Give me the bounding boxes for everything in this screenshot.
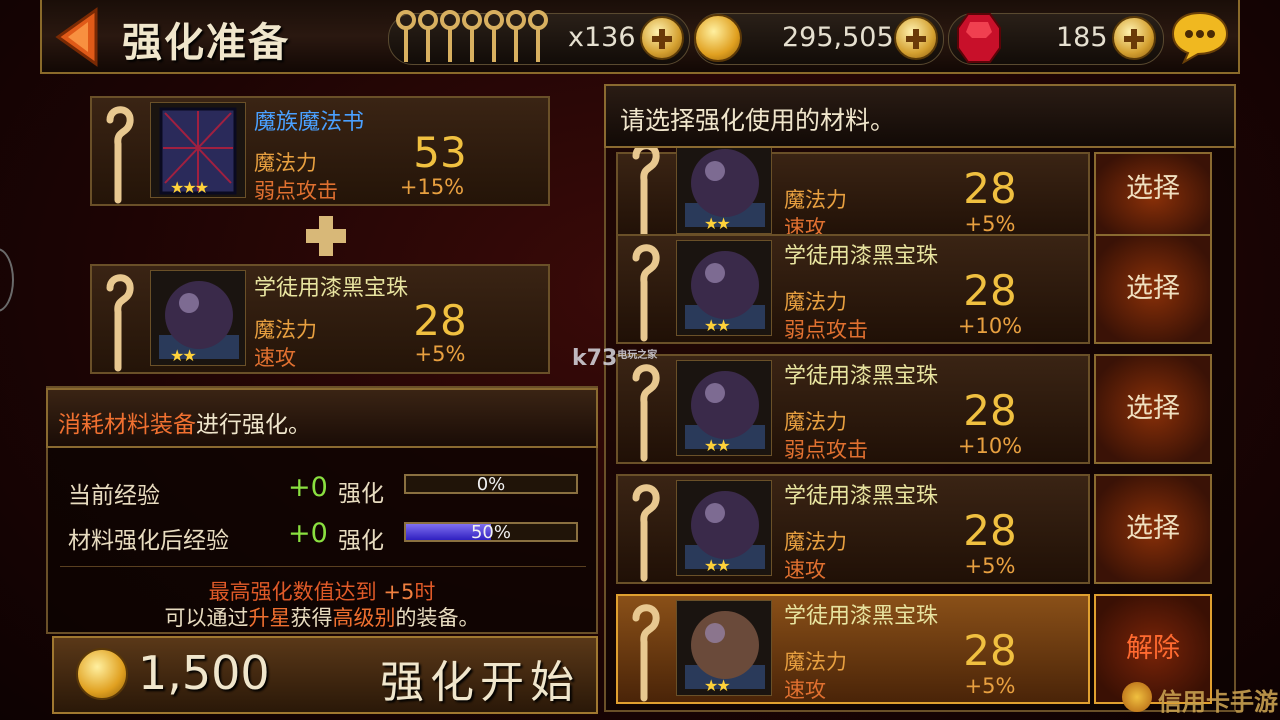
note-text: 的装备。 <box>395 606 480 630</box>
stat-label: 魔法力 <box>784 410 847 434</box>
stat-value: 28 <box>963 626 1017 675</box>
current-exp-label: 当前经验 <box>68 483 160 509</box>
add-gold-button[interactable] <box>894 16 938 60</box>
stat-value: 28 <box>963 506 1017 555</box>
site-name: k73 <box>572 346 618 371</box>
staff-icon <box>632 484 660 582</box>
star-up-note: 可以通过升星获得高级别的装备。 <box>46 602 598 632</box>
stat-label: 魔法力 <box>254 151 317 175</box>
note-text: 时 <box>414 580 436 604</box>
after-exp-value: +0 <box>288 518 328 549</box>
sub-stat-value: +10% <box>957 434 1023 458</box>
chat-bubble-icon[interactable] <box>1170 10 1230 64</box>
sub-stat-label: 速攻 <box>784 558 826 582</box>
after-exp-unit: 强化 <box>338 528 384 554</box>
after-exp-label: 材料强化后经验 <box>68 528 229 554</box>
stat-label: 魔法力 <box>784 650 847 674</box>
ruby-gem-icon <box>957 13 1001 63</box>
note-highlight: 高级别 <box>332 606 396 630</box>
current-exp-bar: 0% <box>404 474 578 495</box>
after-exp-bar: 50% <box>404 522 578 543</box>
upgrade-cost: 1,500 <box>138 646 270 700</box>
info-heading-text: 进行强化。 <box>196 412 311 438</box>
material-name: 学徒用漆黑宝珠 <box>784 604 939 629</box>
sub-stat-value: +5% <box>964 554 1016 578</box>
select-button[interactable]: 选择 <box>1094 152 1212 242</box>
stat-value: 28 <box>963 386 1017 435</box>
add-keys-button[interactable] <box>640 16 684 60</box>
current-exp-percent: 0% <box>476 474 506 495</box>
rarity-stars: ★★ <box>170 346 197 365</box>
sub-stat-value: +5% <box>964 212 1016 236</box>
select-button[interactable]: 选择 <box>1094 234 1212 344</box>
note-text: 获得 <box>290 606 333 630</box>
note-text: 最高强化数值达到 <box>208 580 384 604</box>
divider <box>60 566 586 567</box>
rarity-stars: ★★ <box>704 436 731 455</box>
gem-amount: 185 <box>1056 22 1108 53</box>
stat-label: 魔法力 <box>784 530 847 554</box>
sub-stat-label: 弱点攻击 <box>784 438 868 462</box>
site-watermark: k73电玩之家 <box>572 346 657 371</box>
back-arrow-icon[interactable] <box>52 6 102 68</box>
material-name: 学徒用漆黑宝珠 <box>784 364 939 389</box>
stat-label: 魔法力 <box>784 290 847 314</box>
staff-icon <box>632 604 660 702</box>
side-handle[interactable] <box>0 248 14 312</box>
select-button[interactable]: 选择 <box>1094 474 1212 584</box>
material-list-heading: 请选择强化使用的材料。 <box>620 106 896 135</box>
stat-label: 魔法力 <box>784 188 847 212</box>
material-name: 学徒用漆黑宝珠 <box>254 276 409 301</box>
stat-value: 53 <box>413 128 467 177</box>
staff-icon <box>106 274 134 372</box>
corner-watermark: 信用卡手游 <box>1158 688 1278 716</box>
select-button[interactable]: 选择 <box>1094 354 1212 464</box>
start-upgrade-label: 强化开始 <box>380 657 580 708</box>
info-heading: 消耗材料装备进行强化。 <box>58 405 311 439</box>
material-name: 学徒用漆黑宝珠 <box>784 484 939 509</box>
item-name: 魔族魔法书 <box>254 110 365 135</box>
page-title: 强化准备 <box>122 20 290 66</box>
gold-coin-icon <box>76 648 128 700</box>
info-heading-highlight: 消耗材料装备 <box>58 412 196 438</box>
rarity-stars: ★★ <box>704 316 731 335</box>
stat-value: 28 <box>413 296 467 345</box>
current-exp-value: +0 <box>288 472 328 503</box>
sub-stat-label: 速攻 <box>254 346 296 370</box>
staff-icon <box>632 364 660 462</box>
sub-stat-label: 弱点攻击 <box>784 318 868 342</box>
rarity-stars: ★★ <box>704 556 731 575</box>
staff-icon <box>632 244 660 342</box>
add-gems-button[interactable] <box>1112 16 1156 60</box>
keys-count: x136 <box>568 22 636 53</box>
rarity-stars: ★★ <box>704 676 731 695</box>
current-exp-unit: 强化 <box>338 481 384 507</box>
keys-icon <box>396 10 548 62</box>
note-highlight: 升星 <box>248 606 291 630</box>
note-text: 可以通过 <box>164 606 249 630</box>
sub-stat-value: +15% <box>399 175 465 199</box>
rarity-stars: ★★ <box>704 214 731 233</box>
rarity-stars: ★★★ <box>170 178 209 197</box>
dark-orb-image <box>150 270 246 366</box>
site-sub: 电玩之家 <box>617 350 658 361</box>
after-exp-percent: 50% <box>470 522 511 543</box>
staff-icon <box>106 106 134 204</box>
material-name: 学徒用漆黑宝珠 <box>784 244 939 269</box>
plus-icon <box>306 216 346 256</box>
staff-icon <box>632 142 660 240</box>
stat-value: 28 <box>963 266 1017 315</box>
sub-stat-label: 弱点攻击 <box>254 179 338 203</box>
stat-value: 28 <box>963 164 1017 213</box>
sub-stat-value: +10% <box>957 314 1023 338</box>
note-level: +5 <box>383 580 415 604</box>
sub-stat-label: 速攻 <box>784 678 826 702</box>
stat-label: 魔法力 <box>254 318 317 342</box>
gold-coin-icon <box>694 14 742 62</box>
sub-stat-value: +5% <box>414 342 466 366</box>
gold-amount: 295,505 <box>782 22 894 53</box>
corner-logo-icon <box>1122 682 1152 712</box>
sub-stat-value: +5% <box>964 674 1016 698</box>
